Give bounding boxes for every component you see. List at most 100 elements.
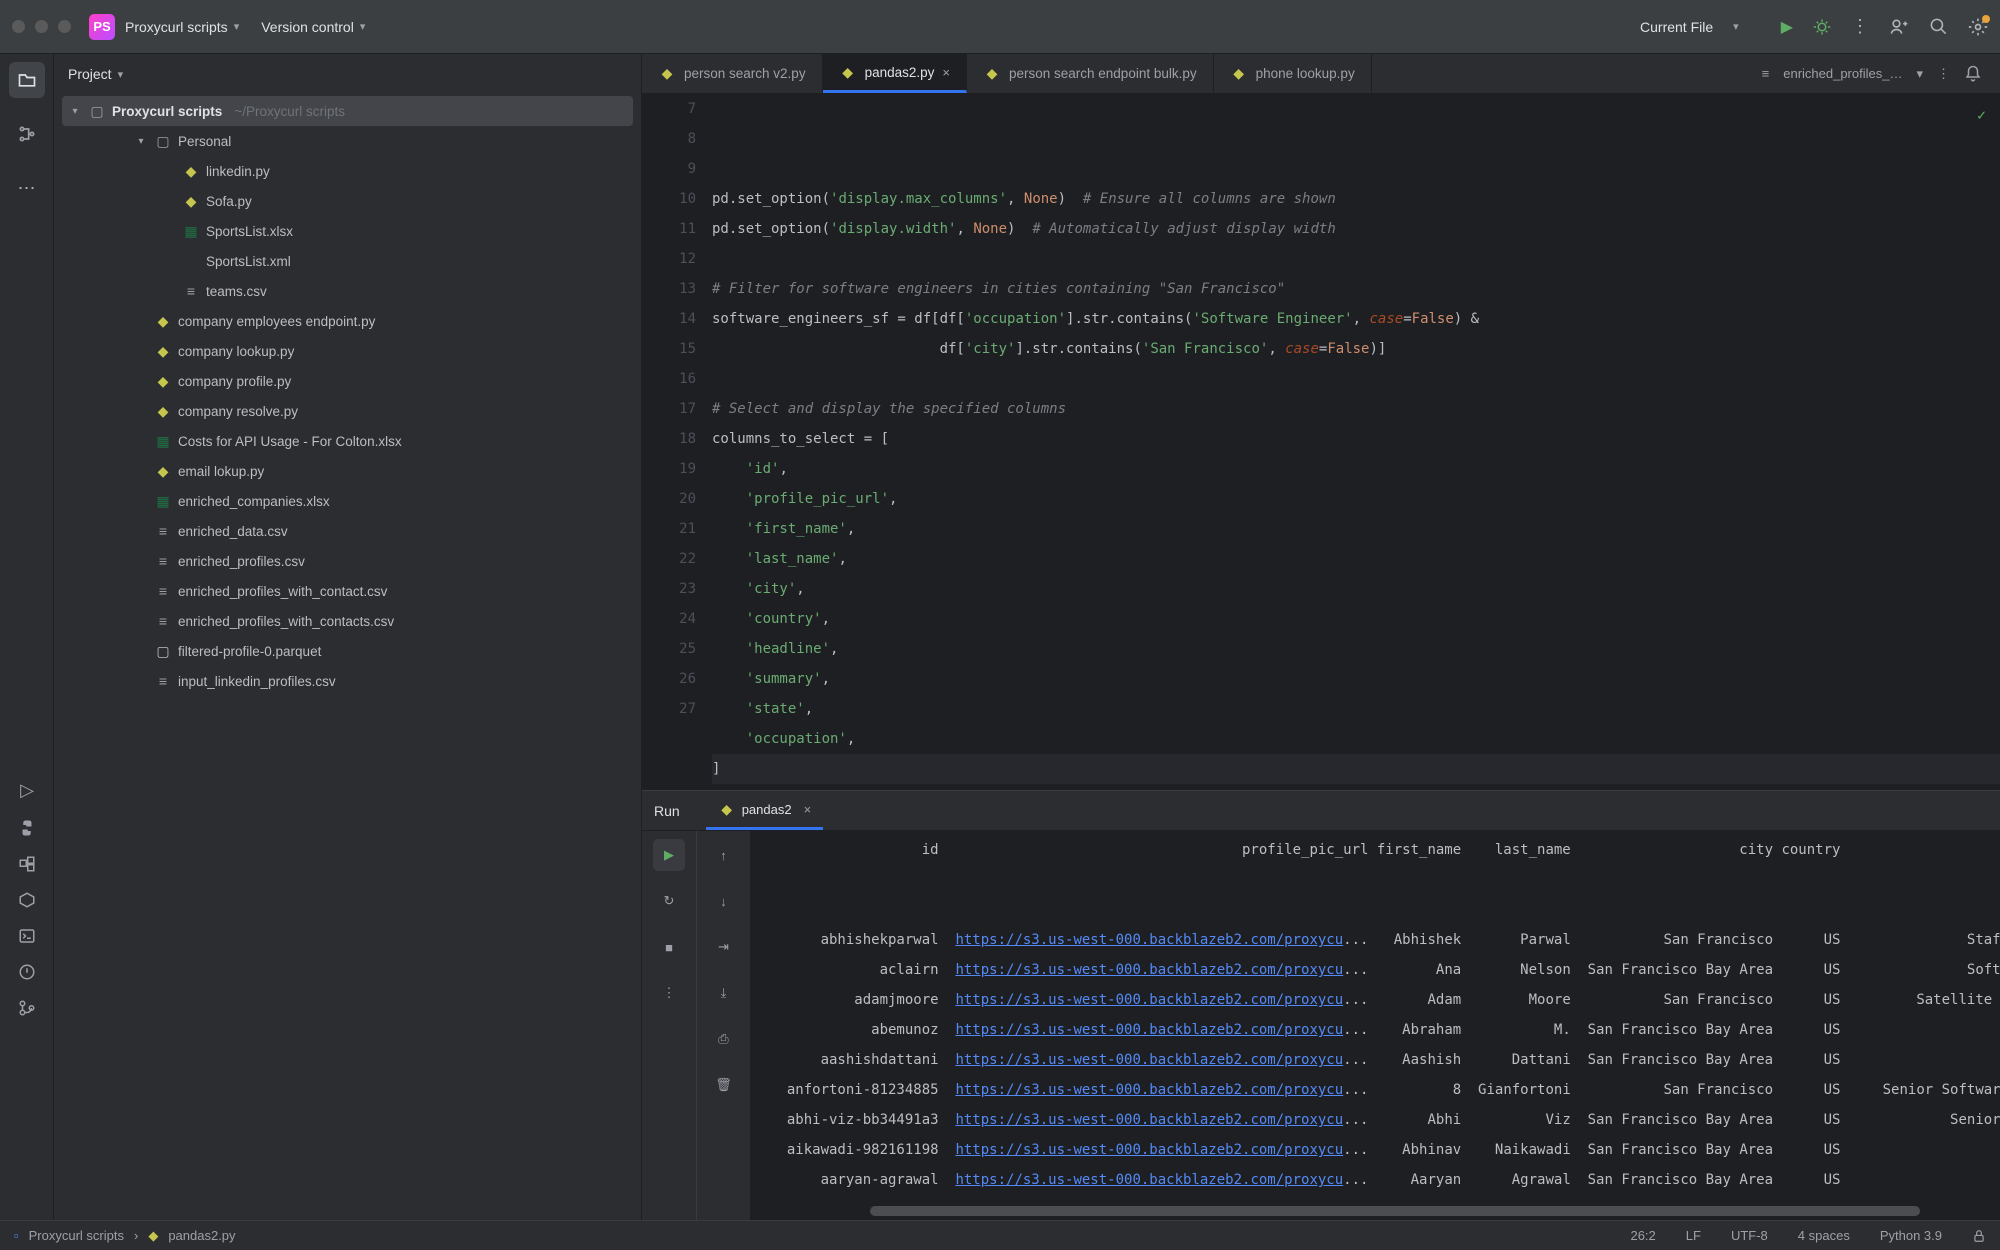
tree-item[interactable]: ◆email lokup.py <box>62 456 633 486</box>
settings-icon[interactable] <box>1968 17 1988 37</box>
tree-item[interactable]: ≡teams.csv <box>62 276 633 306</box>
project-name[interactable]: Proxycurl scripts <box>125 19 228 35</box>
url-link[interactable]: https://s3.us-west-000.backblazeb2.com/p… <box>955 1142 1343 1158</box>
rerun-icon[interactable]: ↻ <box>653 885 685 917</box>
stop-button[interactable]: ■ <box>653 931 685 963</box>
status-crumb-project[interactable]: Proxycurl scripts <box>29 1228 124 1243</box>
run-tool-icon[interactable]: ▷ <box>20 780 34 801</box>
version-control-menu[interactable]: Version control <box>261 19 354 35</box>
twisty-icon[interactable]: ▾ <box>68 106 82 117</box>
chevron-down-icon[interactable]: ▾ <box>118 68 124 81</box>
caret-position[interactable]: 26:2 <box>1630 1228 1655 1243</box>
status-crumb-file[interactable]: pandas2.py <box>168 1228 235 1243</box>
structure-tool-button[interactable] <box>9 116 45 152</box>
tree-item[interactable]: SportsList.xml <box>62 246 633 276</box>
run-tab[interactable]: ◆ pandas2 × <box>706 791 823 830</box>
debug-button[interactable] <box>1813 18 1831 36</box>
code-content[interactable]: ✓ pd.set_option('display.max_columns', N… <box>712 94 2000 790</box>
url-link[interactable]: https://s3.us-west-000.backblazeb2.com/p… <box>955 1052 1343 1068</box>
tree-item[interactable]: ▢filtered-profile-0.parquet <box>62 636 633 666</box>
project-tool-button[interactable] <box>9 62 45 98</box>
interpreter[interactable]: Python 3.9 <box>1880 1228 1942 1243</box>
terminal-icon[interactable] <box>18 927 36 945</box>
run-config-selector[interactable]: Current File <box>1640 19 1713 35</box>
url-link[interactable]: https://s3.us-west-000.backblazeb2.com/p… <box>955 1172 1343 1188</box>
inspection-ok-icon[interactable]: ✓ <box>1977 100 1986 130</box>
editor-tab[interactable]: ◆person search endpoint bulk.py <box>967 54 1214 93</box>
file-name: linkedin.py <box>206 164 270 179</box>
vcs-icon[interactable] <box>18 999 36 1017</box>
code-editor[interactable]: 789101112131415161718192021222324252627 … <box>642 94 2000 790</box>
url-link[interactable]: https://s3.us-west-000.backblazeb2.com/p… <box>955 992 1343 1008</box>
chevron-down-icon[interactable]: ▾ <box>1916 66 1923 82</box>
more-tool-button[interactable]: ⋯ <box>9 170 45 206</box>
tree-item[interactable]: ▾▢Personal <box>62 126 633 156</box>
tree-item[interactable]: ◆company employees endpoint.py <box>62 306 633 336</box>
tree-item[interactable]: ▦Costs for API Usage - For Colton.xlsx <box>62 426 633 456</box>
notifications-icon[interactable] <box>1964 65 1982 83</box>
soft-wrap-icon[interactable]: ⇥ <box>708 931 740 963</box>
editor-tab[interactable]: ◆phone lookup.py <box>1214 54 1372 93</box>
editor-tab[interactable]: ◆person search v2.py <box>642 54 823 93</box>
print-icon[interactable]: ⎙ <box>708 1023 740 1055</box>
horizontal-scrollbar[interactable] <box>870 1206 1920 1216</box>
py-icon: ◆ <box>154 463 172 480</box>
chevron-down-icon[interactable]: ▾ <box>1733 20 1739 33</box>
tab-options-icon[interactable]: ⋮ <box>1937 66 1950 82</box>
py-icon: ◆ <box>182 193 200 210</box>
close-icon[interactable]: × <box>942 65 950 80</box>
services-icon[interactable] <box>18 891 36 909</box>
close-window[interactable] <box>12 20 25 33</box>
minimize-window[interactable] <box>35 20 48 33</box>
tree-item[interactable]: ◆linkedin.py <box>62 156 633 186</box>
url-link[interactable]: https://s3.us-west-000.backblazeb2.com/p… <box>955 962 1343 978</box>
tree-item[interactable]: ◆company resolve.py <box>62 396 633 426</box>
twisty-icon[interactable]: ▾ <box>134 136 148 147</box>
search-icon[interactable] <box>1929 17 1948 36</box>
breadcrumb-text[interactable]: enriched_profiles_… <box>1783 66 1902 81</box>
url-link[interactable]: https://s3.us-west-000.backblazeb2.com/p… <box>955 1082 1343 1098</box>
tree-item[interactable]: ≡enriched_profiles_with_contact.csv <box>62 576 633 606</box>
tree-item[interactable]: ≡input_linkedin_profiles.csv <box>62 666 633 696</box>
tree-item[interactable]: ◆company lookup.py <box>62 336 633 366</box>
problems-icon[interactable] <box>18 963 36 981</box>
more-icon[interactable]: ⋮ <box>1851 16 1869 37</box>
chevron-down-icon[interactable]: ▾ <box>234 20 240 33</box>
line-separator[interactable]: LF <box>1686 1228 1701 1243</box>
url-link[interactable]: https://s3.us-west-000.backblazeb2.com/p… <box>955 1112 1343 1128</box>
rerun-button[interactable]: ▶ <box>653 839 685 871</box>
tree-item[interactable]: ▦SportsList.xlsx <box>62 216 633 246</box>
chevron-down-icon[interactable]: ▾ <box>360 20 366 33</box>
run-button[interactable]: ▶ <box>1781 17 1793 37</box>
tree-item[interactable]: ≡enriched_profiles_with_contacts.csv <box>62 606 633 636</box>
console-output[interactable]: id profile_pic_url first_name last_name … <box>750 831 2000 1220</box>
py-icon: ◆ <box>154 373 172 390</box>
tree-item[interactable]: ≡enriched_data.csv <box>62 516 633 546</box>
file-tree: ▾ ▢ Proxycurl scripts ~/Proxycurl script… <box>54 94 641 1220</box>
file-encoding[interactable]: UTF-8 <box>1731 1228 1768 1243</box>
sidebar-header[interactable]: Project ▾ <box>54 54 641 94</box>
url-link[interactable]: https://s3.us-west-000.backblazeb2.com/p… <box>955 932 1343 948</box>
indent-setting[interactable]: 4 spaces <box>1798 1228 1850 1243</box>
python-console-icon[interactable] <box>18 819 36 837</box>
tree-root[interactable]: ▾ ▢ Proxycurl scripts ~/Proxycurl script… <box>62 96 633 126</box>
code-with-me-icon[interactable] <box>1889 17 1909 37</box>
run-toolwindow-label[interactable]: Run <box>654 803 680 819</box>
packages-icon[interactable] <box>18 855 36 873</box>
scroll-to-end-icon[interactable]: ⤓ <box>708 977 740 1009</box>
clear-icon[interactable]: 🗑 <box>708 1069 740 1101</box>
down-icon[interactable]: ↓ <box>708 885 740 917</box>
maximize-window[interactable] <box>58 20 71 33</box>
more-run-icon[interactable]: ⋮ <box>653 977 685 1009</box>
tree-item[interactable]: ≡enriched_profiles.csv <box>62 546 633 576</box>
tree-item[interactable]: ◆company profile.py <box>62 366 633 396</box>
python-icon: ◆ <box>148 1228 158 1244</box>
editor-tab[interactable]: ◆pandas2.py× <box>823 54 967 93</box>
close-icon[interactable]: × <box>804 802 812 817</box>
url-link[interactable]: https://s3.us-west-000.backblazeb2.com/p… <box>955 1022 1343 1038</box>
tree-item[interactable]: ◆Sofa.py <box>62 186 633 216</box>
tree-item[interactable]: ▦enriched_companies.xlsx <box>62 486 633 516</box>
lock-icon[interactable] <box>1972 1229 1986 1243</box>
py-icon: ◆ <box>154 343 172 360</box>
up-icon[interactable]: ↑ <box>708 839 740 871</box>
